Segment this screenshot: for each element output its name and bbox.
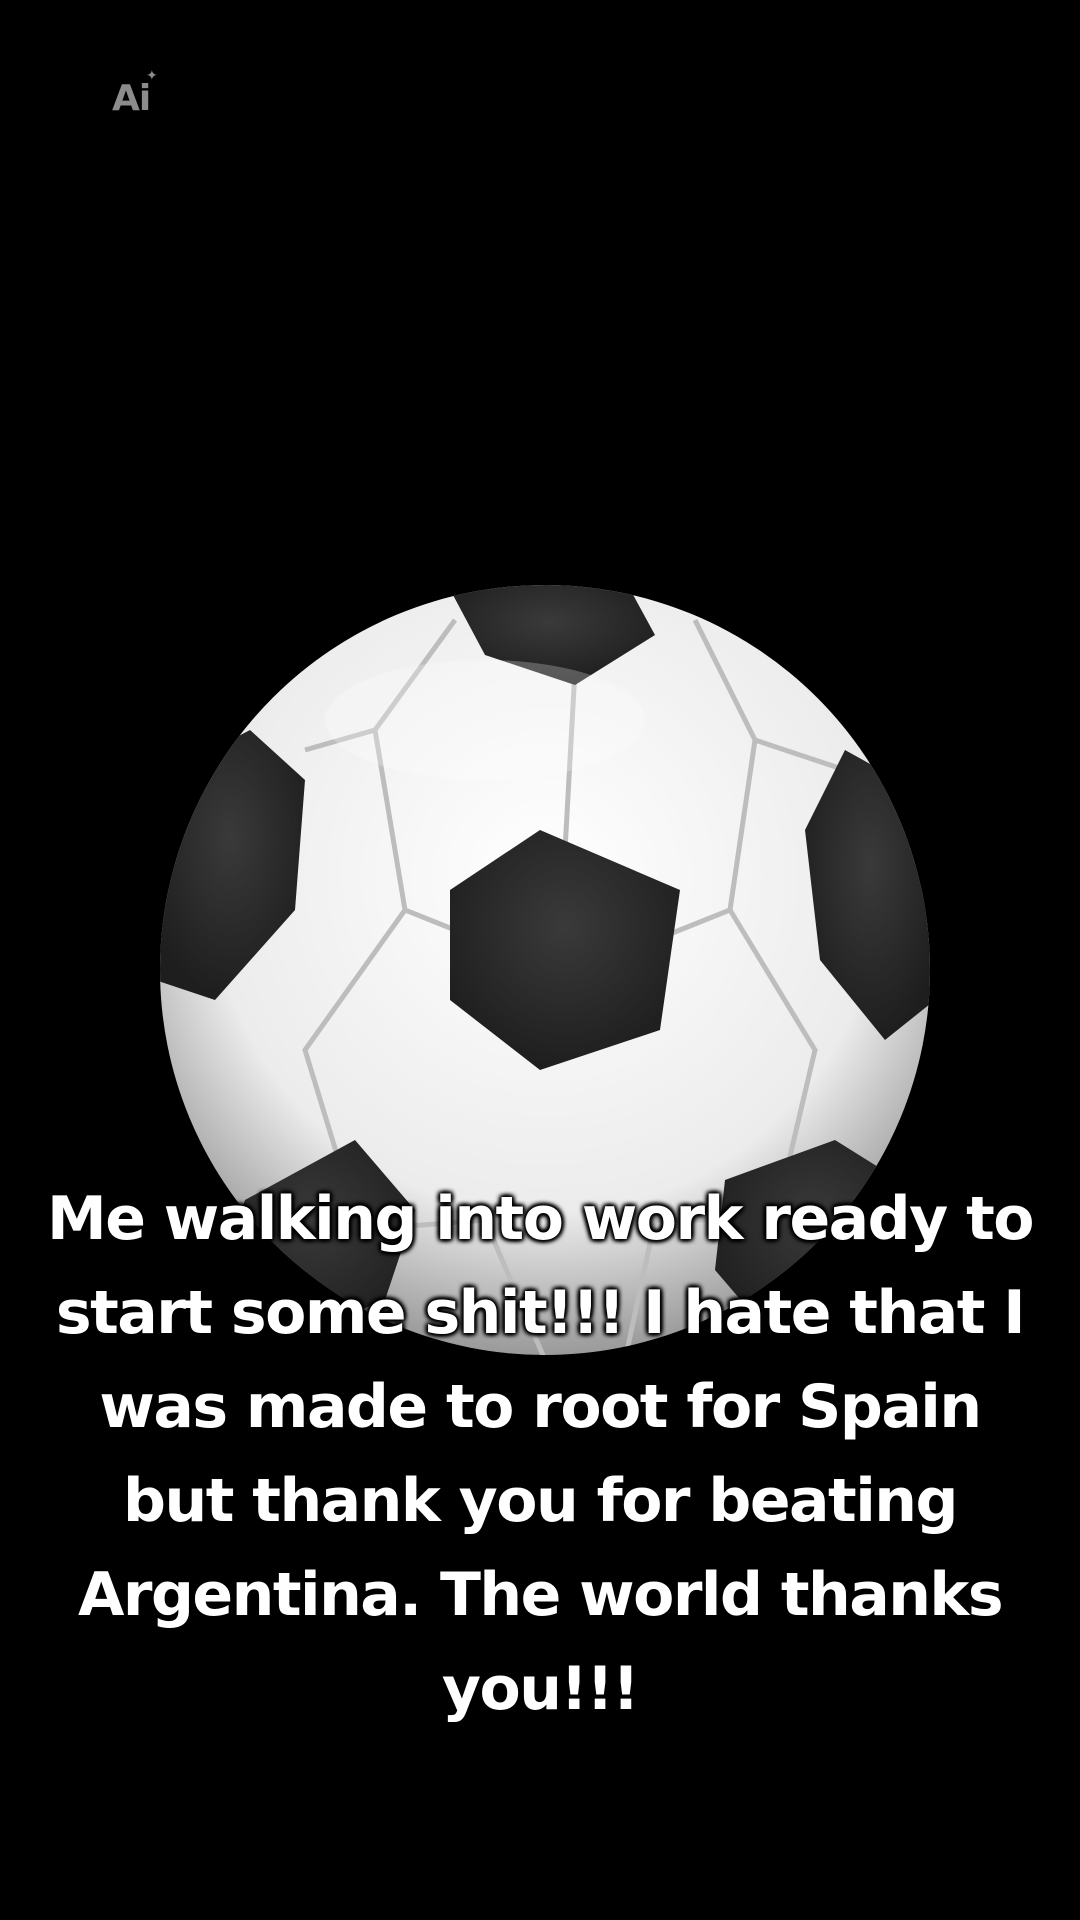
ai-badge-label: Ai bbox=[112, 78, 151, 119]
sparkle-icon: ✦ bbox=[146, 68, 158, 84]
ai-generated-badge: Ai ✦ bbox=[112, 68, 158, 119]
caption-text: Me walking into work ready to start some… bbox=[46, 1184, 1035, 1724]
